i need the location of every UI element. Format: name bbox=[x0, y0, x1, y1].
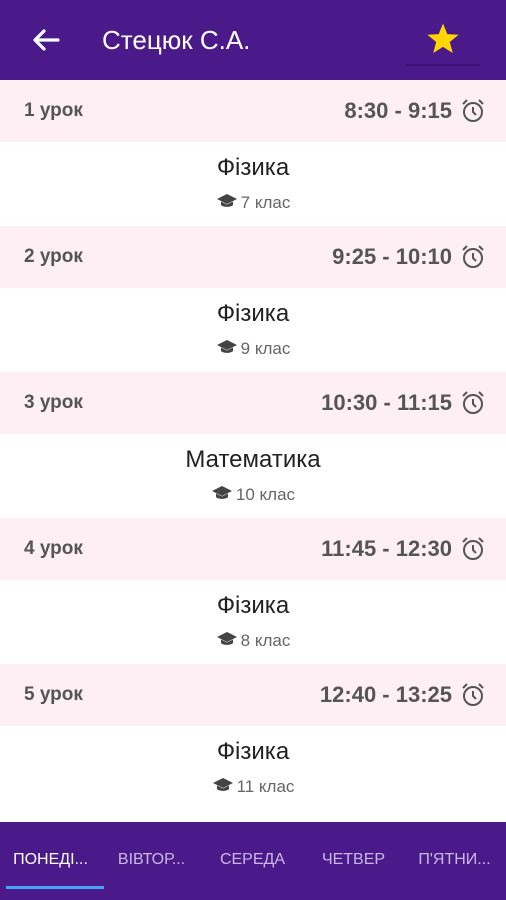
lesson-body: Фізика 9 клас bbox=[0, 288, 506, 372]
star-icon bbox=[427, 23, 459, 54]
tab-tuesday[interactable]: ВІВТОР... bbox=[101, 822, 202, 900]
lesson-class-label: 8 клас bbox=[240, 631, 291, 650]
alarm-clock-icon bbox=[462, 537, 484, 560]
lesson-body: Фізика 11 клас bbox=[0, 726, 506, 810]
lesson-header: 4 урок 11:45 - 12:30 bbox=[0, 518, 506, 580]
lesson-list: 1 урок 8:30 - 9:15 Фізика 7 клас 2 урок … bbox=[0, 80, 506, 810]
alarm-clock-icon bbox=[462, 391, 484, 414]
lesson-class: 11 клас bbox=[0, 776, 506, 797]
lesson-number: 1 урок bbox=[24, 100, 83, 121]
lesson-class: 7 клас bbox=[0, 192, 506, 213]
alarm-clock-icon bbox=[462, 683, 484, 706]
lesson-number: 2 урок bbox=[24, 246, 83, 267]
lesson-subject: Фізика bbox=[216, 154, 290, 181]
lesson-time: 9:25 - 10:10 bbox=[332, 244, 452, 269]
lesson-class-label: 9 клас bbox=[240, 339, 291, 358]
lesson-time: 11:45 - 12:30 bbox=[321, 536, 452, 561]
page-title: Стецюк С.А. bbox=[102, 25, 251, 55]
tab-wednesday[interactable]: СЕРЕДА bbox=[202, 822, 303, 900]
lesson-class-label: 10 клас bbox=[235, 485, 296, 504]
graduation-cap-icon bbox=[211, 486, 232, 499]
app-bar: Стецюк С.А. bbox=[0, 0, 506, 80]
graduation-cap-icon bbox=[216, 632, 237, 645]
tab-friday[interactable]: П'ЯТНИ... bbox=[404, 822, 505, 900]
lesson-time: 12:40 - 13:25 bbox=[319, 682, 452, 707]
lesson-header: 1 урок 8:30 - 9:15 bbox=[0, 80, 506, 142]
lesson-item[interactable]: 5 урок 12:40 - 13:25 Фізика 11 клас bbox=[0, 664, 506, 810]
lesson-class: 8 клас bbox=[0, 630, 506, 651]
back-button[interactable] bbox=[28, 24, 64, 56]
lesson-body: Фізика 7 клас bbox=[0, 142, 506, 226]
alarm-clock-icon bbox=[462, 245, 484, 268]
tab-thursday[interactable]: ЧЕТВЕР bbox=[303, 822, 404, 900]
lesson-subject: Фізика bbox=[216, 738, 290, 765]
lesson-time: 10:30 - 11:15 bbox=[321, 390, 452, 415]
lesson-class: 9 клас bbox=[0, 338, 506, 359]
active-tab-indicator bbox=[6, 886, 104, 889]
lesson-header: 5 урок 12:40 - 13:25 bbox=[0, 664, 506, 726]
lesson-header: 2 урок 9:25 - 10:10 bbox=[0, 226, 506, 288]
lesson-item[interactable]: 1 урок 8:30 - 9:15 Фізика 7 клас bbox=[0, 80, 506, 226]
lesson-class: 10 клас bbox=[0, 484, 506, 505]
favorite-button[interactable] bbox=[406, 14, 480, 66]
graduation-cap-icon bbox=[212, 778, 233, 791]
day-tabs: ПОНЕДІ... ВІВТОР... СЕРЕДА ЧЕТВЕР П'ЯТНИ… bbox=[0, 822, 506, 900]
lesson-item[interactable]: 4 урок 11:45 - 12:30 Фізика 8 клас bbox=[0, 518, 506, 664]
arrow-left-icon bbox=[33, 29, 60, 51]
lesson-header: 3 урок 10:30 - 11:15 bbox=[0, 372, 506, 434]
lesson-item[interactable]: 2 урок 9:25 - 10:10 Фізика 9 клас bbox=[0, 226, 506, 372]
graduation-cap-icon bbox=[216, 194, 237, 207]
lesson-body: Математика 10 клас bbox=[0, 434, 506, 518]
lesson-subject: Фізика bbox=[216, 300, 290, 327]
lesson-subject: Фізика bbox=[216, 592, 290, 619]
lesson-body: Фізика 8 клас bbox=[0, 580, 506, 664]
alarm-clock-icon bbox=[462, 99, 484, 122]
lesson-class-label: 7 клас bbox=[240, 193, 291, 212]
lesson-class-label: 11 клас bbox=[236, 777, 295, 796]
lesson-number: 3 урок bbox=[24, 392, 83, 413]
graduation-cap-icon bbox=[216, 340, 237, 353]
lesson-time: 8:30 - 9:15 bbox=[344, 98, 452, 123]
lesson-subject: Математика bbox=[185, 446, 321, 473]
lesson-number: 4 урок bbox=[24, 538, 83, 559]
lesson-item[interactable]: 3 урок 10:30 - 11:15 Математика 10 клас bbox=[0, 372, 506, 518]
lesson-number: 5 урок bbox=[24, 684, 83, 705]
